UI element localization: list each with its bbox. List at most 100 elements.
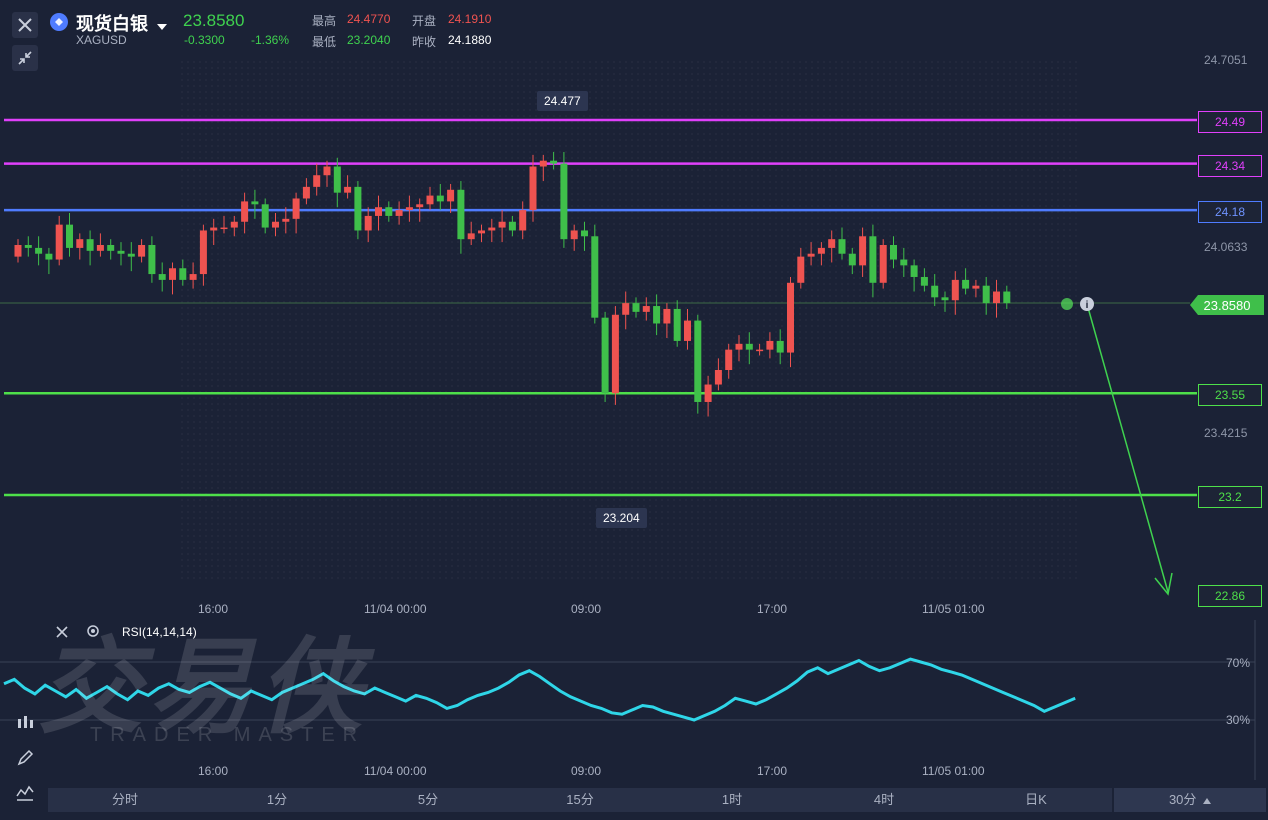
period-selector-label: 30分 (1168, 792, 1197, 807)
caret-up-icon (1203, 798, 1212, 804)
candle-body (735, 343, 743, 350)
rsi-time-label: 16:00 (198, 764, 229, 778)
tab-timeshare[interactable]: 分时 (85, 788, 165, 812)
tab-1hour[interactable]: 1时 (692, 788, 772, 812)
candle-body (766, 340, 774, 350)
dropdown-caret-icon[interactable] (157, 17, 167, 35)
rsi-label: RSI(14,14,14) (122, 625, 197, 639)
time-axis-label: 09:00 (571, 602, 602, 616)
candle-body (302, 186, 310, 199)
candle-body (941, 297, 949, 301)
candle-body (138, 245, 146, 257)
candlestick-tool[interactable] (12, 710, 38, 736)
candle-body (24, 245, 32, 248)
live-price-dot (1061, 298, 1073, 310)
candle-body (385, 207, 393, 216)
instrument-symbol: XAGUSD (76, 33, 127, 47)
tab-5min[interactable]: 5分 (388, 788, 468, 812)
candle-body (210, 227, 218, 231)
candle-body (539, 160, 547, 167)
draw-tool[interactable] (12, 745, 38, 771)
time-axis-label: 17:00 (757, 602, 788, 616)
candle-body (560, 163, 568, 240)
candle-body (797, 256, 805, 283)
candle-body (241, 201, 249, 222)
candle-body (364, 215, 372, 231)
candle-body (375, 207, 382, 216)
candle-body (591, 236, 599, 318)
shrink-icon (18, 51, 32, 65)
candle-body (272, 221, 279, 228)
indicator-settings-button[interactable] (86, 624, 100, 643)
candle-body (158, 274, 166, 280)
rsi-time-label: 11/05 01:00 (922, 764, 985, 778)
candle-body (488, 227, 496, 231)
candle-body (179, 268, 187, 280)
watermark-text: TRADER MASTER (90, 724, 366, 746)
candle-body (498, 221, 506, 228)
candle-body (684, 320, 691, 341)
candle-body (550, 160, 558, 164)
candle-body (66, 224, 73, 248)
prev-close-label: 昨收 (412, 35, 437, 49)
candle-body (323, 166, 331, 176)
current-price-tag: 23.8580 (1190, 295, 1264, 315)
candle-body (96, 245, 104, 251)
candle-body (313, 175, 321, 187)
candle-body (251, 201, 259, 205)
candle-body (457, 189, 465, 240)
level-tag-24-18: 24.18 (1198, 201, 1262, 223)
candle-body (148, 245, 156, 275)
candle-body (117, 250, 125, 254)
candle-body (45, 253, 53, 260)
candle-body (426, 195, 434, 205)
candle-body (910, 265, 918, 277)
tab-daily[interactable]: 日K (996, 788, 1076, 812)
period-selector[interactable]: 30分 (1114, 788, 1266, 812)
candle-body (169, 268, 176, 280)
candle-body (890, 245, 897, 260)
candle-body (508, 221, 516, 231)
candle-body (467, 233, 475, 240)
candle-body (673, 308, 681, 341)
candle-body (199, 230, 207, 275)
candle-body (848, 253, 856, 266)
candle-body (230, 221, 238, 228)
candle-body (704, 384, 712, 402)
candle-body (653, 306, 661, 324)
candle-body (220, 227, 228, 230)
close-button[interactable] (12, 12, 38, 38)
candle-body (663, 308, 671, 324)
candle-body (745, 343, 753, 350)
open-value: 24.1910 (448, 12, 492, 26)
candle-body (395, 210, 403, 216)
open-label: 开盘 (412, 14, 437, 28)
low-value: 23.2040 (347, 33, 391, 47)
candle-body (951, 279, 959, 301)
close-indicator-button[interactable] (56, 625, 68, 643)
tab-4hour[interactable]: 4时 (844, 788, 924, 812)
candle-body (86, 239, 94, 251)
price-axis-label: 24.0633 (1204, 240, 1248, 254)
high-label: 最高 (312, 14, 337, 28)
candle-body (478, 230, 485, 234)
candle-body (694, 320, 702, 402)
candle-body (261, 204, 269, 228)
high-callout: 24.477 (537, 91, 588, 111)
low-callout: 23.204 (596, 508, 647, 528)
candle-body (869, 236, 877, 283)
rsi-upper-label: 70% (1226, 656, 1251, 670)
tab-1min[interactable]: 1分 (237, 788, 317, 812)
pencil-icon (17, 749, 34, 766)
candle-body (55, 224, 63, 260)
timeframe-bar: 分时 1分 5分 15分 1时 4时 日K (48, 788, 1112, 812)
shrink-button[interactable] (12, 45, 38, 71)
candle-body (35, 247, 43, 254)
candle-body (879, 245, 887, 283)
tab-15min[interactable]: 15分 (540, 788, 620, 812)
silver-coin-icon (50, 13, 68, 31)
candle-body (962, 279, 970, 289)
level-tag-23-2: 23.2 (1198, 486, 1262, 508)
indicator-tool[interactable] (12, 780, 38, 806)
candle-body (601, 317, 609, 394)
